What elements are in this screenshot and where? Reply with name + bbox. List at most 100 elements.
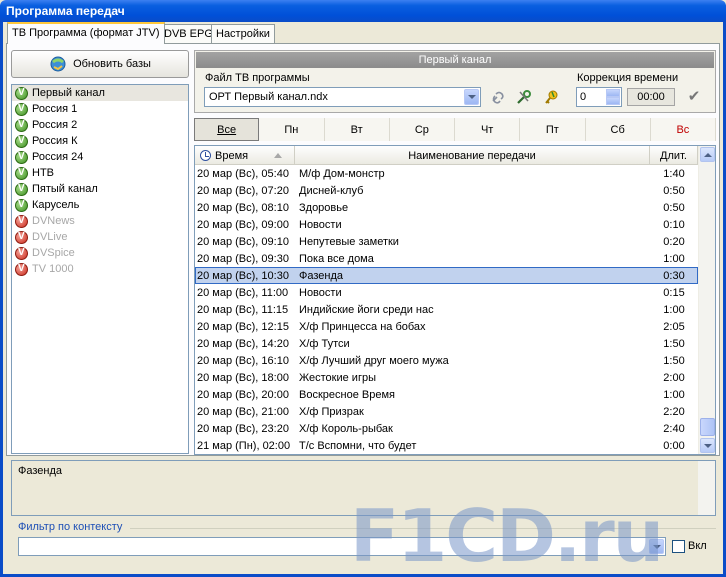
table-scrollbar[interactable] [698,146,715,454]
scroll-down-icon[interactable] [700,438,715,453]
spin-up-icon[interactable] [606,89,620,97]
channel-enabled-icon [15,150,28,164]
day-button-tue[interactable]: Вт [324,118,390,141]
key-icon[interactable] [542,88,560,106]
channel-item[interactable]: Россия 24 [12,149,188,165]
cell-dur: 0:15 [663,286,685,299]
cell-time: 20 мар (Вс), 14:20 [197,337,289,350]
filter-enable-checkbox[interactable] [672,540,685,553]
day-button-all[interactable]: Все [194,118,260,141]
day-button-mon[interactable]: Пн [259,118,325,141]
column-header-time[interactable]: Время [195,146,295,165]
channel-label: Россия 24 [32,151,84,163]
channel-item[interactable]: DVNews [12,213,188,229]
cell-name: Т/с Вспомни, что будет [299,439,417,452]
table-row[interactable]: 20 мар (Вс), 09:00 Новости 0:10 [195,216,698,233]
column-header-name[interactable]: Наименование передачи [295,146,650,165]
channel-label: Россия К [32,135,78,147]
channel-item[interactable]: TV 1000 [12,261,188,277]
channel-item[interactable]: НТВ [12,165,188,181]
cell-name: Новости [299,218,342,231]
cell-name: Фазенда [299,269,344,282]
time-correction-stepper[interactable]: 0 [576,87,622,107]
channel-item[interactable]: Россия 1 [12,101,188,117]
table-row[interactable]: 20 мар (Вс), 11:00 Новости 0:15 [195,284,698,301]
channel-item[interactable]: Карусель [12,197,188,213]
program-description: Фазенда [11,460,716,516]
cell-time: 20 мар (Вс), 12:15 [197,320,289,333]
column-header-duration[interactable]: Длит. [650,146,698,165]
context-filter-divider [130,528,716,529]
file-select[interactable]: ОРТ Первый канал.ndx [204,87,481,107]
description-scrollbar[interactable] [698,461,715,515]
channel-label: Россия 1 [32,103,78,115]
table-row[interactable]: 20 мар (Вс), 21:00 Х/ф Призрак 2:20 [195,403,698,420]
clock-icon [200,150,211,161]
channel-label: Карусель [32,199,80,211]
table-row[interactable]: 20 мар (Вс), 05:40 М/ф Дом-монстр 1:40 [195,165,698,182]
channel-disabled-icon [15,230,28,244]
cell-time: 20 мар (Вс), 09:00 [197,218,289,231]
checkmark-icon[interactable]: ✔ [684,87,704,107]
channel-item[interactable]: Россия К [12,133,188,149]
table-row[interactable]: 20 мар (Вс), 20:00 Воскресное Время 1:00 [195,386,698,403]
update-button-label: Обновить базы [73,58,151,70]
channel-label: DVLive [32,231,68,243]
channel-item[interactable]: DVLive [12,229,188,245]
sort-ascending-icon [274,153,283,158]
day-button-thu[interactable]: Чт [455,118,521,141]
channel-disabled-icon [15,262,28,276]
table-row[interactable]: 20 мар (Вс), 14:20 Х/ф Тутси 1:50 [195,335,698,352]
cell-time: 21 мар (Пн), 02:00 [197,439,291,452]
file-select-value: ОРТ Первый канал.ndx [209,91,328,103]
table-row[interactable]: 20 мар (Вс), 18:00 Жестокие игры 2:00 [195,369,698,386]
cell-name: Воскресное Время [299,388,395,401]
cell-time: 20 мар (Вс), 11:15 [197,303,289,316]
chevron-down-icon[interactable] [649,539,664,554]
link-icon[interactable] [489,88,507,106]
time-correction-display: 00:00 [627,88,675,106]
cell-dur: 0:20 [663,235,685,248]
tab-dvb-epg[interactable]: DVB EPG [159,24,218,43]
channel-label: DVNews [32,215,75,227]
scroll-up-icon[interactable] [700,147,715,162]
cell-time: 20 мар (Вс), 20:00 [197,388,289,401]
day-button-sun[interactable]: Вс [650,118,716,141]
cell-time: 20 мар (Вс), 09:30 [197,252,289,265]
program-description-text: Фазенда [18,465,63,477]
day-filter-bar: Все Пн Вт Ср Чт Пт Сб Вс [194,118,716,141]
spin-down-icon[interactable] [606,97,620,105]
day-button-fri[interactable]: Пт [520,118,586,141]
table-row[interactable]: 20 мар (Вс), 10:30 Фазенда 0:30 [195,267,698,284]
chevron-down-icon[interactable] [464,89,479,105]
cell-time: 20 мар (Вс), 09:10 [197,235,289,248]
tab-tv-program[interactable]: ТВ Программа (формат JTV) [7,22,165,44]
cell-name: Жестокие игры [299,371,376,384]
table-row[interactable]: 20 мар (Вс), 23:20 Х/ф Король-рыбак 2:40 [195,420,698,437]
tab-settings[interactable]: Настройки [211,24,275,43]
wrench-icon[interactable] [515,88,533,106]
cell-time: 20 мар (Вс), 11:00 [197,286,289,299]
table-row[interactable]: 20 мар (Вс), 08:10 Здоровье 0:50 [195,199,698,216]
table-row[interactable]: 20 мар (Вс), 11:15 Индийские йоги среди н… [195,301,698,318]
channel-item[interactable]: Первый канал [12,85,188,101]
day-button-wed[interactable]: Ср [389,118,455,141]
table-row[interactable]: 20 мар (Вс), 09:10 Непутевые заметки 0:20 [195,233,698,250]
table-row[interactable]: 20 мар (Вс), 12:15 Х/ф Принцесса на бобах… [195,318,698,335]
channel-item[interactable]: Пятый канал [12,181,188,197]
day-button-sat[interactable]: Сб [585,118,651,141]
cell-name: Здоровье [299,201,349,214]
table-row[interactable]: 20 мар (Вс), 09:30 Пока все дома 1:00 [195,250,698,267]
context-filter-input[interactable] [18,537,666,556]
window-title: Программа передач [0,0,726,22]
channel-item[interactable]: Россия 2 [12,117,188,133]
update-databases-button[interactable]: Обновить базы [11,50,189,78]
table-row[interactable]: 20 мар (Вс), 16:10 Х/ф Лучший друг моего … [195,352,698,369]
table-row[interactable]: 21 мар (Пн), 02:00 Т/с Вспомни, что будет… [195,437,698,454]
channel-enabled-icon [15,118,28,132]
channel-item[interactable]: DVSpice [12,245,188,261]
table-row[interactable]: 20 мар (Вс), 07:20 Дисней-клуб 0:50 [195,182,698,199]
scrollbar-thumb[interactable] [700,418,715,436]
cell-name: Х/ф Король-рыбак [299,422,393,435]
time-correction-value: 0 [580,91,587,103]
